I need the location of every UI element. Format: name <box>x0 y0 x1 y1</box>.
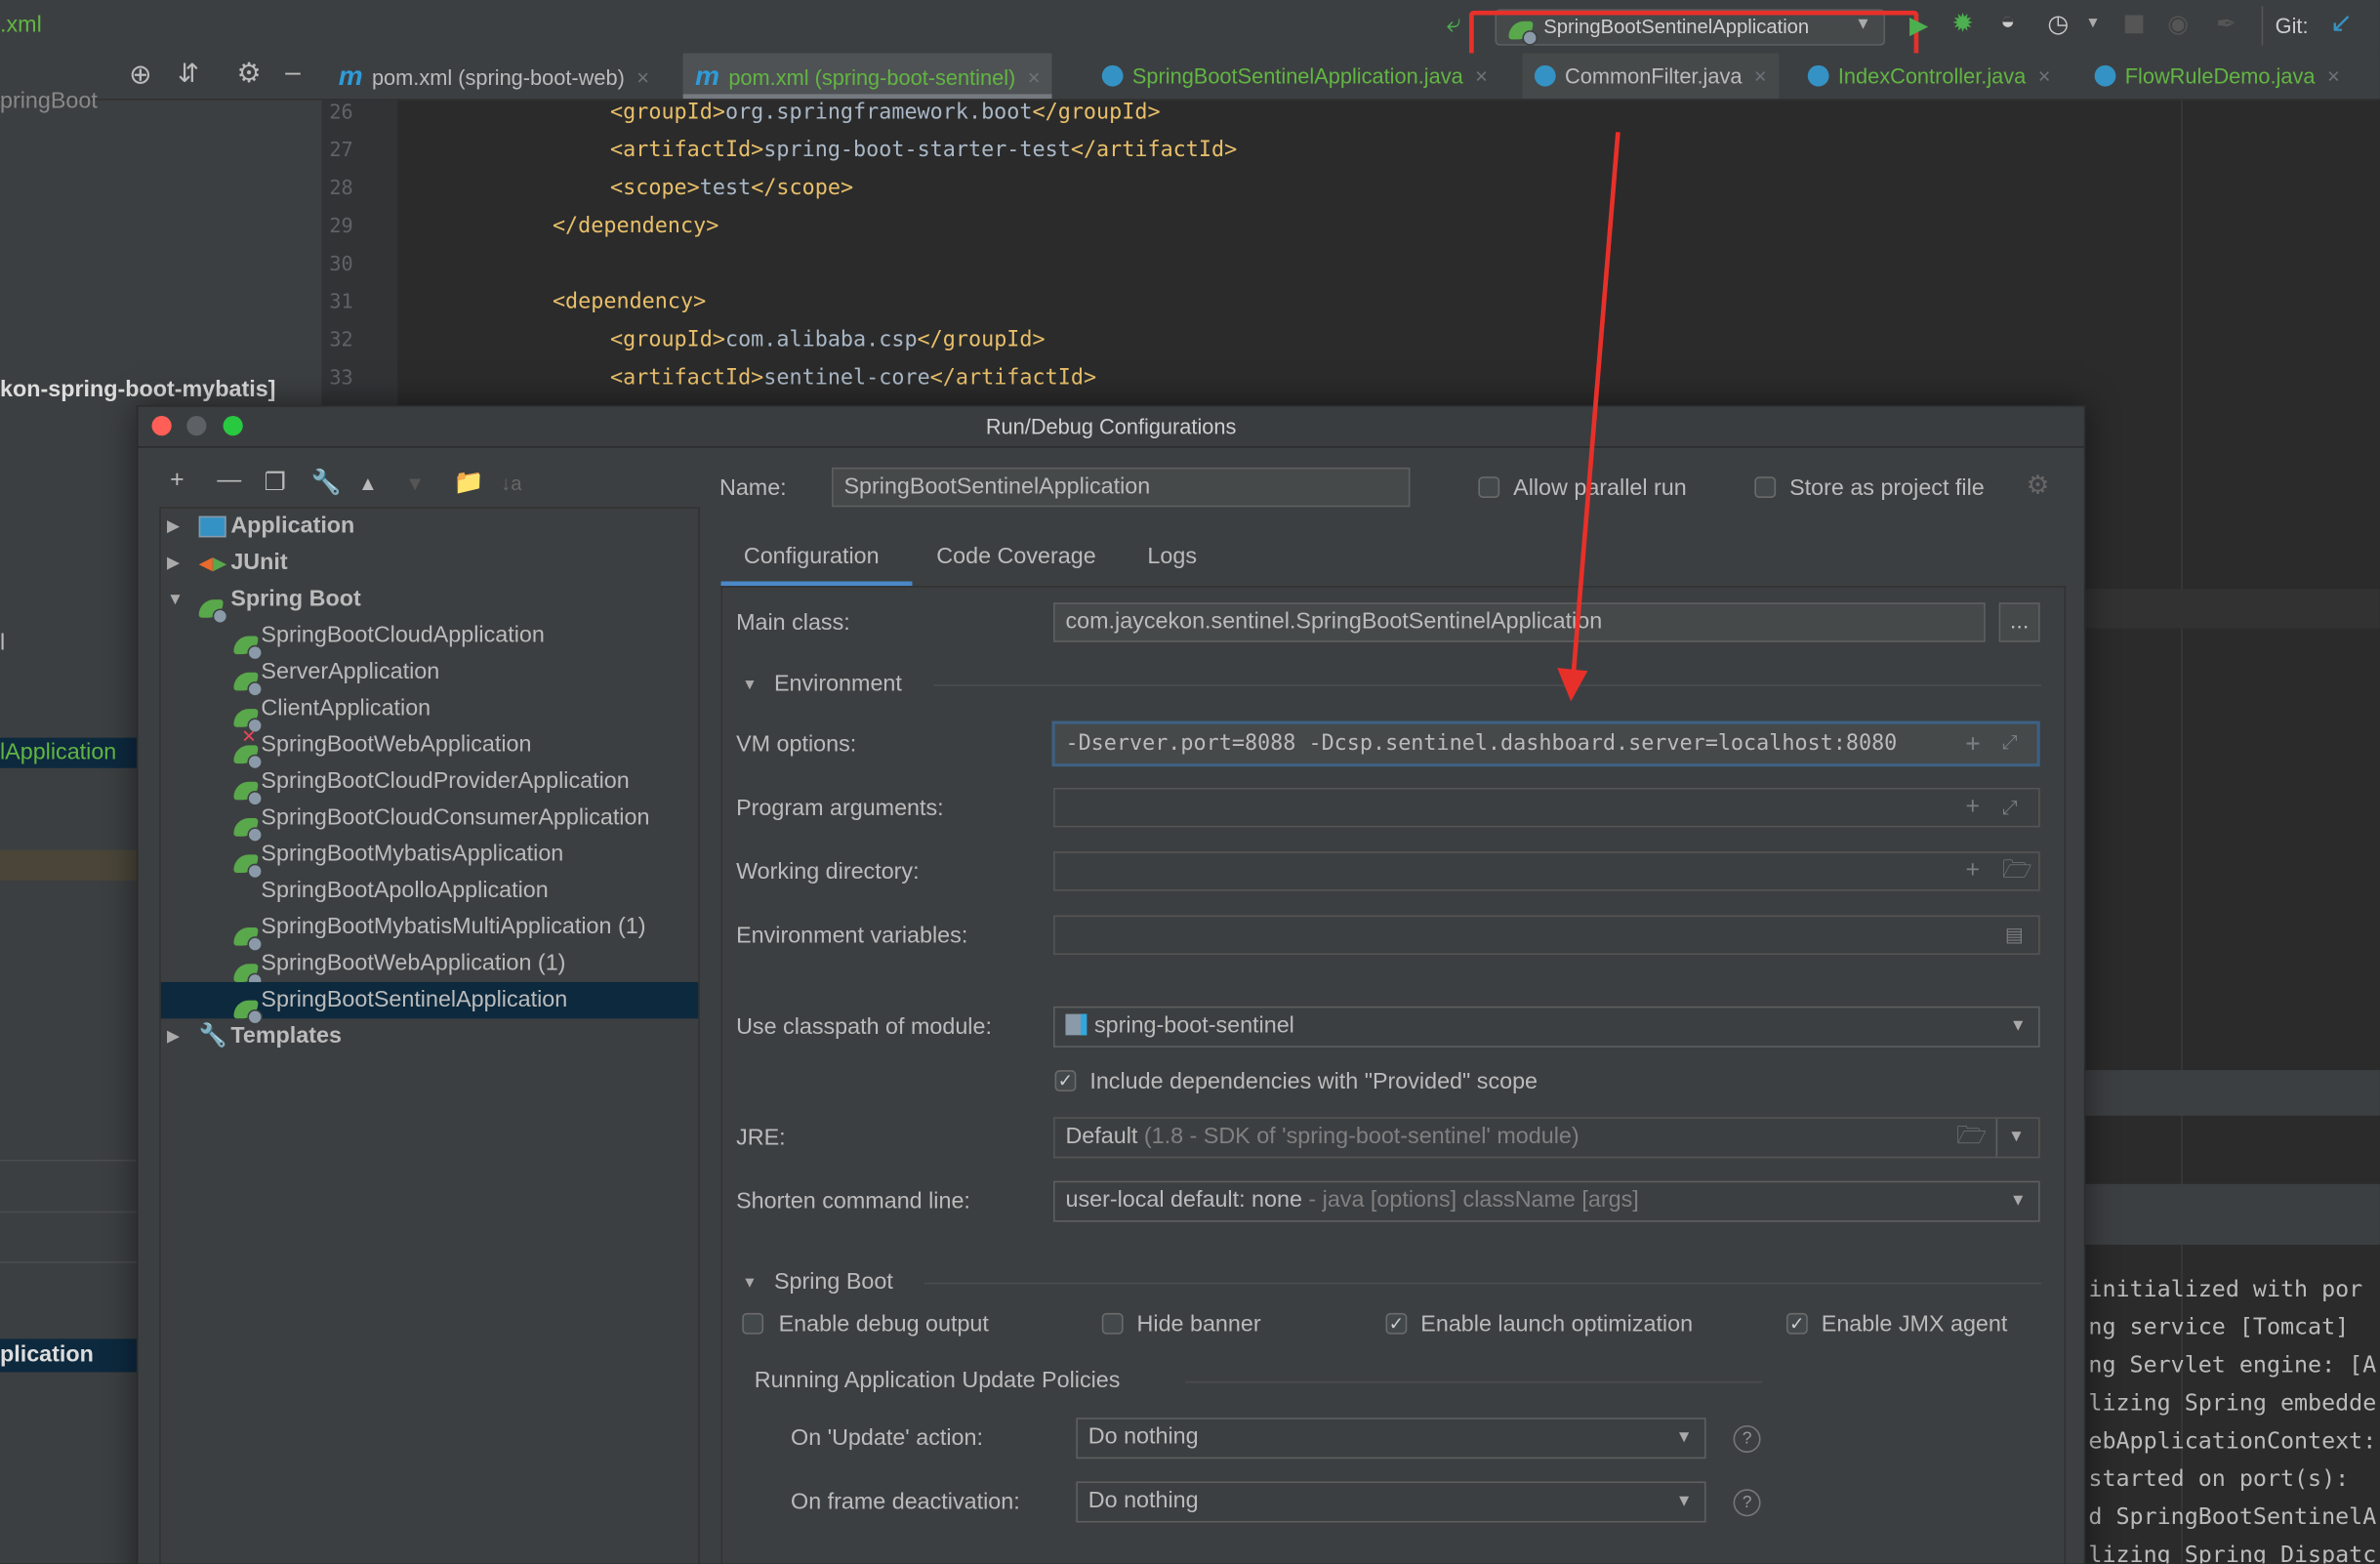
annotation-arrow <box>1557 132 1621 702</box>
ide-window: .xml ⤶ SpringBootSentinelApplication ▼ ▶… <box>0 0 2380 1564</box>
arrow-line <box>1570 132 1621 686</box>
arrow-head <box>1557 668 1588 702</box>
